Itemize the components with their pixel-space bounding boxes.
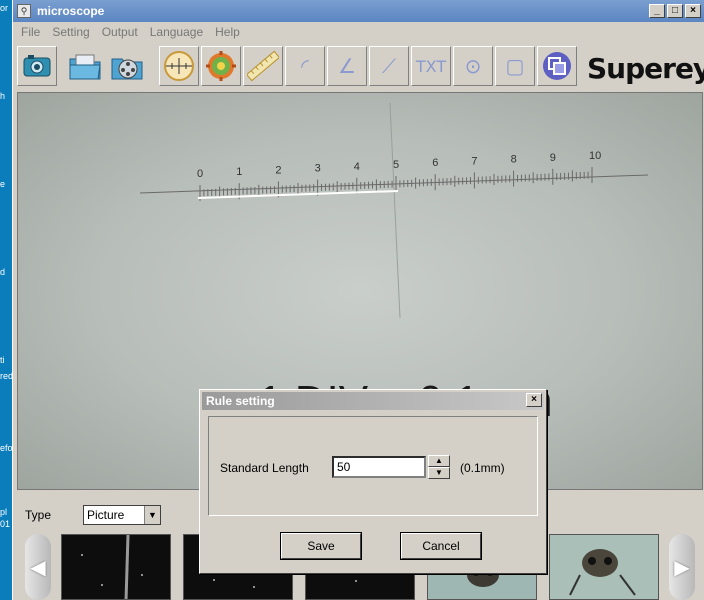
circle-button[interactable]: ⊙ — [453, 46, 493, 86]
scale-label: 4 — [354, 161, 360, 173]
desktop-text-fragment: d — [0, 268, 6, 277]
arc-icon: ◜ — [301, 54, 309, 78]
scale-label: 1 — [236, 166, 242, 178]
text-button[interactable]: TXT — [411, 46, 451, 86]
rectangle-icon: ▢ — [505, 54, 525, 78]
length-spinner: ▲ ▼ — [428, 455, 450, 479]
title-bar[interactable]: ⚲ microscope _ □ × — [13, 0, 704, 22]
toolbar: ◜ ∠ ⟋ TXT ⊙ ▢ Supereyes — [13, 42, 704, 92]
microscope-app-icon: ⚲ — [17, 4, 31, 18]
thumbnail-image — [62, 535, 170, 599]
prev-arrow-button[interactable]: ◀ — [25, 534, 51, 600]
crosshair-ruler-icon — [164, 51, 194, 81]
scale-label: 9 — [550, 152, 556, 164]
cancel-button[interactable]: Cancel — [400, 532, 482, 560]
type-label: Type — [25, 508, 52, 522]
scale-label: 3 — [315, 163, 321, 175]
arc-button[interactable]: ◜ — [285, 46, 325, 86]
save-button[interactable]: Save — [280, 532, 362, 560]
spin-down-button[interactable]: ▼ — [428, 467, 450, 479]
menu-help[interactable]: Help — [215, 25, 240, 39]
supereyes-logo: Supereyes — [587, 52, 704, 85]
unit-label: (0.1mm) — [460, 461, 505, 475]
angle-icon: ∠ — [338, 54, 356, 78]
desktop-text-fragment: red — [0, 372, 12, 381]
desktop-text-fragment: pl — [0, 508, 8, 517]
video-reel-icon — [111, 58, 143, 80]
type-select[interactable]: Picture ▼ — [83, 505, 161, 525]
scale-label: 0 — [197, 168, 203, 180]
scale-label: 10 — [589, 150, 601, 162]
maximize-button[interactable]: □ — [667, 4, 683, 18]
thumbnail[interactable] — [549, 534, 659, 600]
scale-label: 8 — [511, 154, 517, 166]
desktop-text-fragment: efo — [0, 444, 12, 453]
camera-button[interactable] — [17, 46, 57, 86]
desktop-text-fragment: e — [0, 180, 6, 189]
window-title: microscope — [37, 4, 105, 18]
microscope-window: ⚲ microscope _ □ × File Setting Output L… — [12, 0, 704, 600]
scale-label: 7 — [471, 155, 477, 167]
angle-button[interactable]: ∠ — [327, 46, 367, 86]
scale-label: 2 — [275, 164, 281, 176]
chevron-down-icon[interactable]: ▼ — [144, 506, 160, 524]
camera-icon — [23, 55, 51, 77]
thumbnail[interactable] — [61, 534, 171, 600]
dialog-title: Rule setting — [206, 394, 275, 408]
circle-icon: ⊙ — [464, 54, 482, 78]
desktop-text-fragment: 01 — [0, 520, 11, 529]
overlay-icon — [543, 52, 571, 80]
vertical-reticle-line — [389, 102, 401, 319]
next-arrow-button[interactable]: ▶ — [669, 534, 695, 600]
desktop-edge: or h e d ti red efo pl 01 — [0, 0, 12, 600]
menu-language[interactable]: Language — [150, 25, 203, 39]
chevron-right-icon: ▶ — [674, 556, 690, 579]
menu-file[interactable]: File — [21, 25, 40, 39]
spin-up-button[interactable]: ▲ — [428, 455, 450, 467]
standard-length-input[interactable]: 50 — [332, 456, 426, 478]
rectangle-button[interactable]: ▢ — [495, 46, 535, 86]
folder-image-icon — [69, 54, 101, 80]
minimize-button[interactable]: _ — [649, 4, 665, 18]
ruler-icon — [247, 50, 279, 82]
open-folder-button[interactable] — [65, 46, 105, 86]
text-icon: TXT — [415, 56, 447, 76]
settings-button[interactable] — [201, 46, 241, 86]
menu-setting[interactable]: Setting — [52, 25, 89, 39]
scale-label: 5 — [393, 159, 399, 171]
desktop-text-fragment: ti — [0, 356, 5, 365]
thumbnail-image — [550, 535, 658, 599]
menu-output[interactable]: Output — [102, 25, 138, 39]
chevron-left-icon: ◀ — [30, 556, 46, 579]
overlay-button[interactable] — [537, 46, 577, 86]
video-button[interactable] — [107, 46, 147, 86]
crosshair-button[interactable] — [159, 46, 199, 86]
dialog-title-bar[interactable]: Rule setting × — [202, 392, 544, 410]
menu-bar: File Setting Output Language Help — [13, 22, 704, 42]
line-icon: ⟋ — [382, 54, 396, 78]
line-button[interactable]: ⟋ — [369, 46, 409, 86]
desktop-text-fragment: h — [0, 92, 6, 101]
ruler-button[interactable] — [243, 46, 283, 86]
close-button[interactable]: × — [685, 4, 701, 18]
standard-length-label: Standard Length — [220, 461, 309, 475]
gear-color-icon — [206, 51, 236, 81]
dialog-close-button[interactable]: × — [526, 393, 542, 407]
desktop-text-fragment: or — [0, 4, 9, 13]
rule-setting-dialog: Rule setting × Standard Length 50 ▲ ▼ (0… — [199, 389, 547, 574]
scale-label: 6 — [432, 157, 438, 169]
type-select-value: Picture — [87, 508, 125, 522]
